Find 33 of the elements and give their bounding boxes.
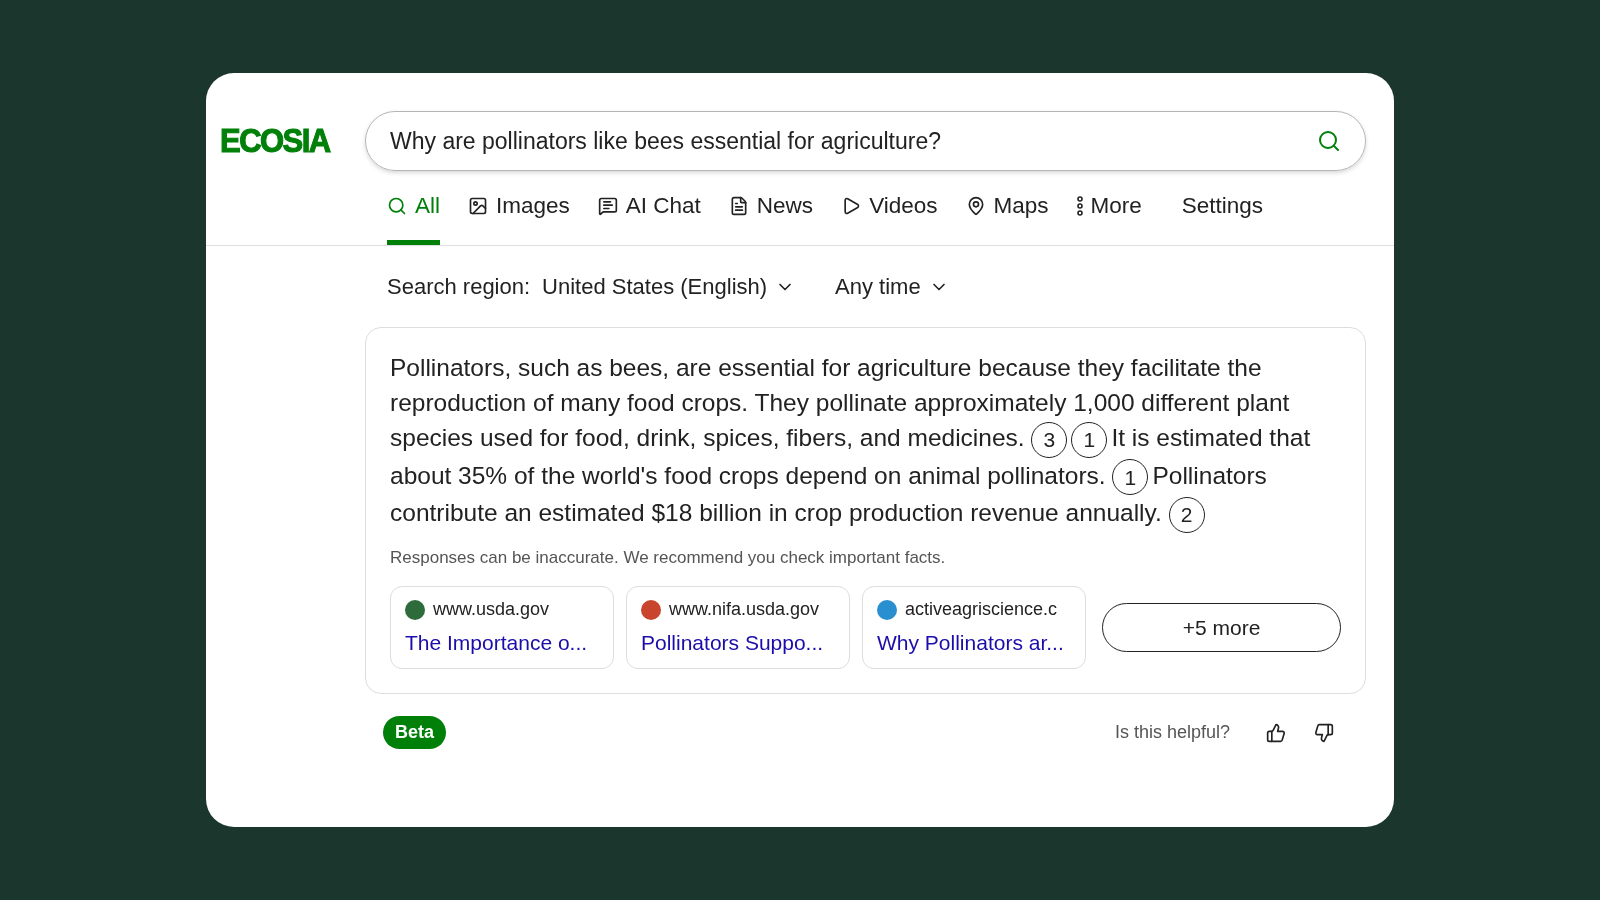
play-icon	[841, 196, 862, 217]
nav-tab[interactable]: Videos	[841, 185, 938, 245]
source-url: www.usda.gov	[433, 598, 550, 622]
nav-tab[interactable]: Maps	[965, 185, 1049, 245]
nav-tab[interactable]: Images	[468, 185, 570, 245]
source-title[interactable]: The Importance o...	[405, 627, 599, 659]
source-title[interactable]: Why Pollinators ar...	[877, 627, 1071, 659]
region-dropdown[interactable]: United States (English)	[542, 270, 796, 303]
disclaimer-text: Responses can be inaccurate. We recommend you check important facts.	[390, 546, 947, 569]
thumbs-up-button[interactable]	[1266, 722, 1286, 743]
source-card[interactable]: www.nifa.usda.gov Pollinators Suppo...	[626, 586, 850, 670]
source-url: www.nifa.usda.gov	[669, 598, 820, 622]
answer-text: Pollinators, such as bees, are essential for agriculture because they facilitate the reproduction of many food crops. They pollinate approximately 1,000 different plant species used for food, drink, spices, fibers, and medicines. 3 1 It is estimated that about 35% of the world's food crops depend on animal pollinators. 1 Pollinators contribute an estimated $18 billion in crop production revenue annually. 2	[390, 350, 1341, 533]
thumbs-down-button[interactable]	[1314, 722, 1334, 743]
source-url: activeagriscience.c	[905, 598, 1058, 622]
beta-badge: Beta	[383, 716, 446, 750]
nav-tab[interactable]: All	[387, 185, 440, 245]
nav-tab[interactable]: Settings	[1181, 185, 1264, 245]
helpful-question: Is this helpful?	[1114, 721, 1230, 745]
search-icon	[387, 196, 407, 217]
nav-tab[interactable]: More	[1076, 185, 1142, 245]
time-dropdown[interactable]: Any time	[835, 270, 949, 303]
logo[interactable]: ECOSIA	[220, 115, 365, 167]
search-region-label: Search region:	[387, 273, 531, 301]
nav-tab[interactable]: AI Chat	[597, 185, 701, 245]
nav-tab[interactable]: News	[728, 185, 814, 245]
chat-icon	[597, 196, 618, 217]
search-icon[interactable]	[1317, 129, 1341, 153]
dots-icon	[1076, 196, 1083, 217]
source-card[interactable]: www.usda.gov The Importance o...	[390, 586, 614, 670]
source-title[interactable]: Pollinators Suppo...	[641, 627, 835, 659]
source-card[interactable]: activeagriscience.c Why Pollinators ar...	[862, 586, 1086, 670]
image-icon	[468, 196, 488, 217]
